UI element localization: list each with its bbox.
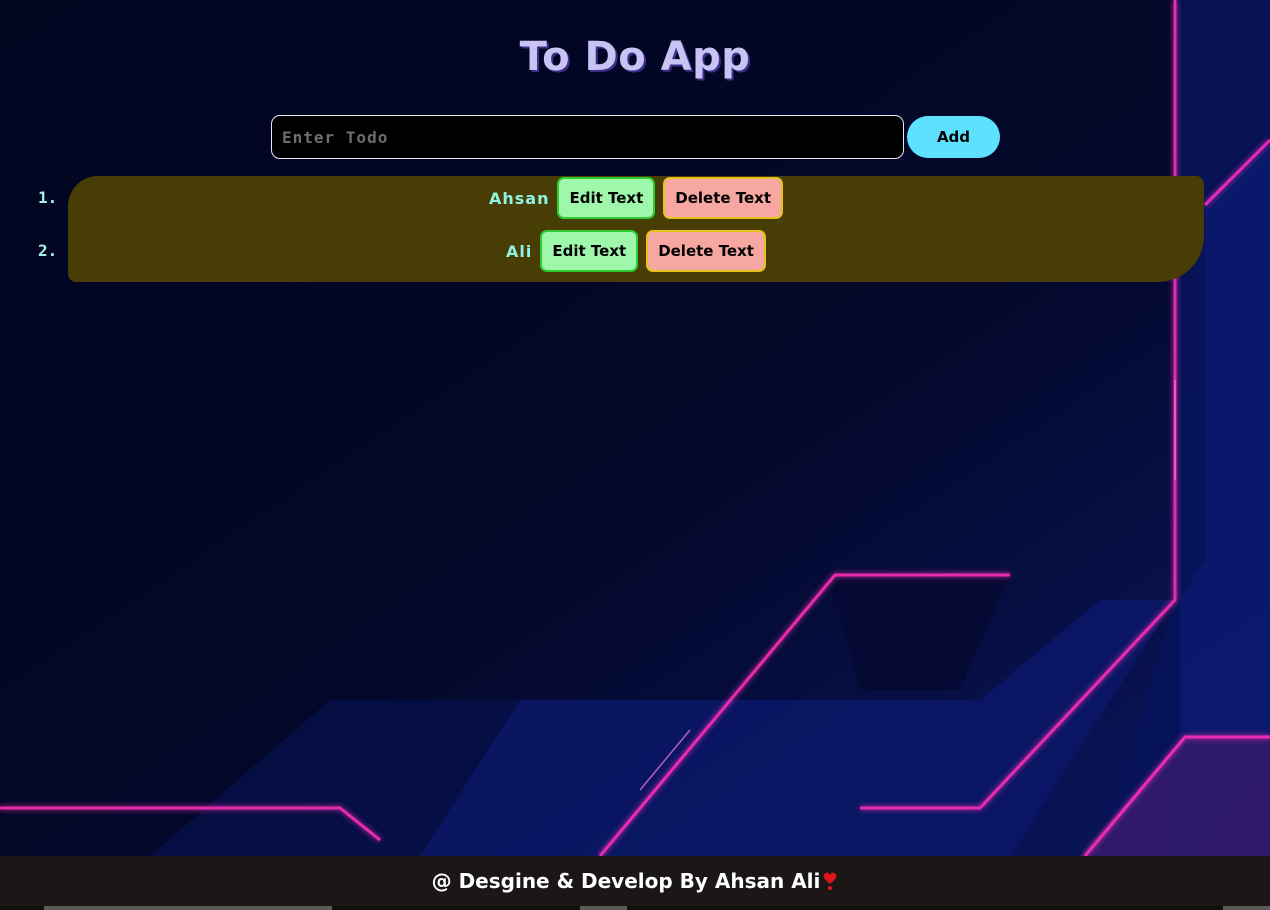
edit-button[interactable]: Edit Text <box>540 230 639 272</box>
scrollbar-segment <box>1223 906 1270 910</box>
todo-text: Ahsan <box>488 188 550 208</box>
scrollbar-thumb[interactable] <box>44 906 332 910</box>
footer-credit: @ Desgine & Develop By Ahsan Ali <box>431 869 821 893</box>
add-button[interactable]: Add <box>907 116 1000 158</box>
delete-button[interactable]: Delete Text <box>646 230 766 272</box>
footer: @ Desgine & Develop By Ahsan Ali <box>0 856 1270 906</box>
scrollbar-segment <box>580 906 627 910</box>
page-title: To Do App <box>519 34 751 80</box>
list-item: 2. Ali Edit Text Delete Text <box>0 229 1270 273</box>
list-item-number: 1. <box>38 188 58 207</box>
edit-button[interactable]: Edit Text <box>557 177 656 219</box>
list-item: 1. Ahsan Edit Text Delete Text <box>0 176 1270 220</box>
list-item-number: 2. <box>38 241 58 260</box>
delete-button[interactable]: Delete Text <box>663 177 784 219</box>
todo-input[interactable] <box>271 115 904 159</box>
todo-text: Ali <box>506 241 533 261</box>
heart-icon <box>822 871 838 891</box>
